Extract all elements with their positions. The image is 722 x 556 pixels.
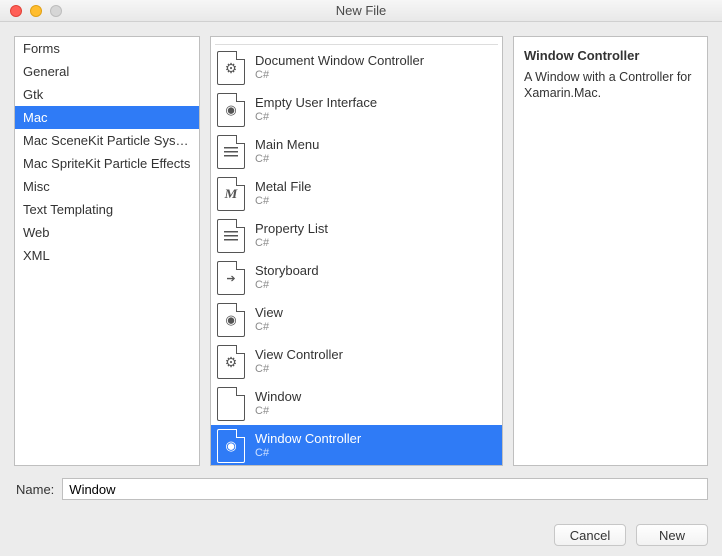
name-label: Name:	[14, 482, 54, 497]
template-list[interactable]: Document Window ControllerC#Empty User I…	[210, 36, 503, 466]
name-input[interactable]	[62, 478, 708, 500]
template-label: Empty User Interface	[255, 96, 377, 111]
template-sublabel: C#	[255, 195, 311, 208]
template-sublabel: C#	[255, 447, 361, 460]
eye-icon	[217, 429, 245, 463]
template-item[interactable]: WindowC#	[211, 383, 502, 425]
template-label: Storyboard	[255, 264, 319, 279]
category-item[interactable]: Mac SpriteKit Particle Effects	[15, 152, 199, 175]
details-title: Window Controller	[524, 47, 697, 65]
template-item[interactable]: View ControllerC#	[211, 341, 502, 383]
category-item[interactable]: Text Templating	[15, 198, 199, 221]
template-item[interactable]: ViewC#	[211, 299, 502, 341]
blank-icon	[217, 387, 245, 421]
category-item[interactable]: Gtk	[15, 83, 199, 106]
dialog-buttons: Cancel New	[14, 524, 708, 546]
template-item[interactable]: Metal FileC#	[211, 173, 502, 215]
template-sublabel: C#	[255, 321, 283, 334]
template-item[interactable]: Empty User InterfaceC#	[211, 89, 502, 131]
eye-icon	[217, 303, 245, 337]
category-item[interactable]: General	[15, 60, 199, 83]
template-item[interactable]: Window ControllerC#	[211, 425, 502, 466]
arrow-icon	[217, 261, 245, 295]
template-sublabel: C#	[255, 69, 424, 82]
titlebar: New File	[0, 0, 722, 22]
template-sublabel: C#	[255, 153, 319, 166]
new-button[interactable]: New	[636, 524, 708, 546]
template-sublabel: C#	[255, 279, 319, 292]
template-sublabel: C#	[255, 405, 301, 418]
template-label: Property List	[255, 222, 328, 237]
category-item[interactable]: Mac SceneKit Particle Systems	[15, 129, 199, 152]
category-item[interactable]: Forms	[15, 37, 199, 60]
gear-icon	[217, 345, 245, 379]
template-item[interactable]: StoryboardC#	[211, 257, 502, 299]
template-sublabel: C#	[255, 363, 343, 376]
dialog-content: FormsGeneralGtkMacMac SceneKit Particle …	[0, 22, 722, 556]
zoom-icon	[50, 5, 62, 17]
lines-icon	[217, 135, 245, 169]
template-label: Window Controller	[255, 432, 361, 447]
template-sublabel: C#	[255, 111, 377, 124]
template-label: Document Window Controller	[255, 54, 424, 69]
lines-icon	[217, 219, 245, 253]
template-item[interactable]: Main MenuC#	[211, 131, 502, 173]
close-icon[interactable]	[10, 5, 22, 17]
category-item[interactable]: Misc	[15, 175, 199, 198]
template-label: Metal File	[255, 180, 311, 195]
metal-icon	[217, 177, 245, 211]
category-item[interactable]: XML	[15, 244, 199, 267]
template-label: Main Menu	[255, 138, 319, 153]
category-item[interactable]: Mac	[15, 106, 199, 129]
details-description: A Window with a Controller for Xamarin.M…	[524, 69, 697, 103]
window-title: New File	[0, 3, 722, 18]
cancel-button[interactable]: Cancel	[554, 524, 626, 546]
scroll-indicator	[215, 39, 498, 45]
name-row: Name:	[14, 478, 708, 500]
template-item[interactable]: Document Window ControllerC#	[211, 47, 502, 89]
template-sublabel: C#	[255, 237, 328, 250]
window-controls	[0, 5, 62, 17]
template-label: View	[255, 306, 283, 321]
category-list[interactable]: FormsGeneralGtkMacMac SceneKit Particle …	[14, 36, 200, 466]
template-label: View Controller	[255, 348, 343, 363]
eye-icon	[217, 93, 245, 127]
template-item[interactable]: Property ListC#	[211, 215, 502, 257]
category-item[interactable]: Web	[15, 221, 199, 244]
template-label: Window	[255, 390, 301, 405]
details-panel: Window Controller A Window with a Contro…	[513, 36, 708, 466]
minimize-icon[interactable]	[30, 5, 42, 17]
gear-icon	[217, 51, 245, 85]
